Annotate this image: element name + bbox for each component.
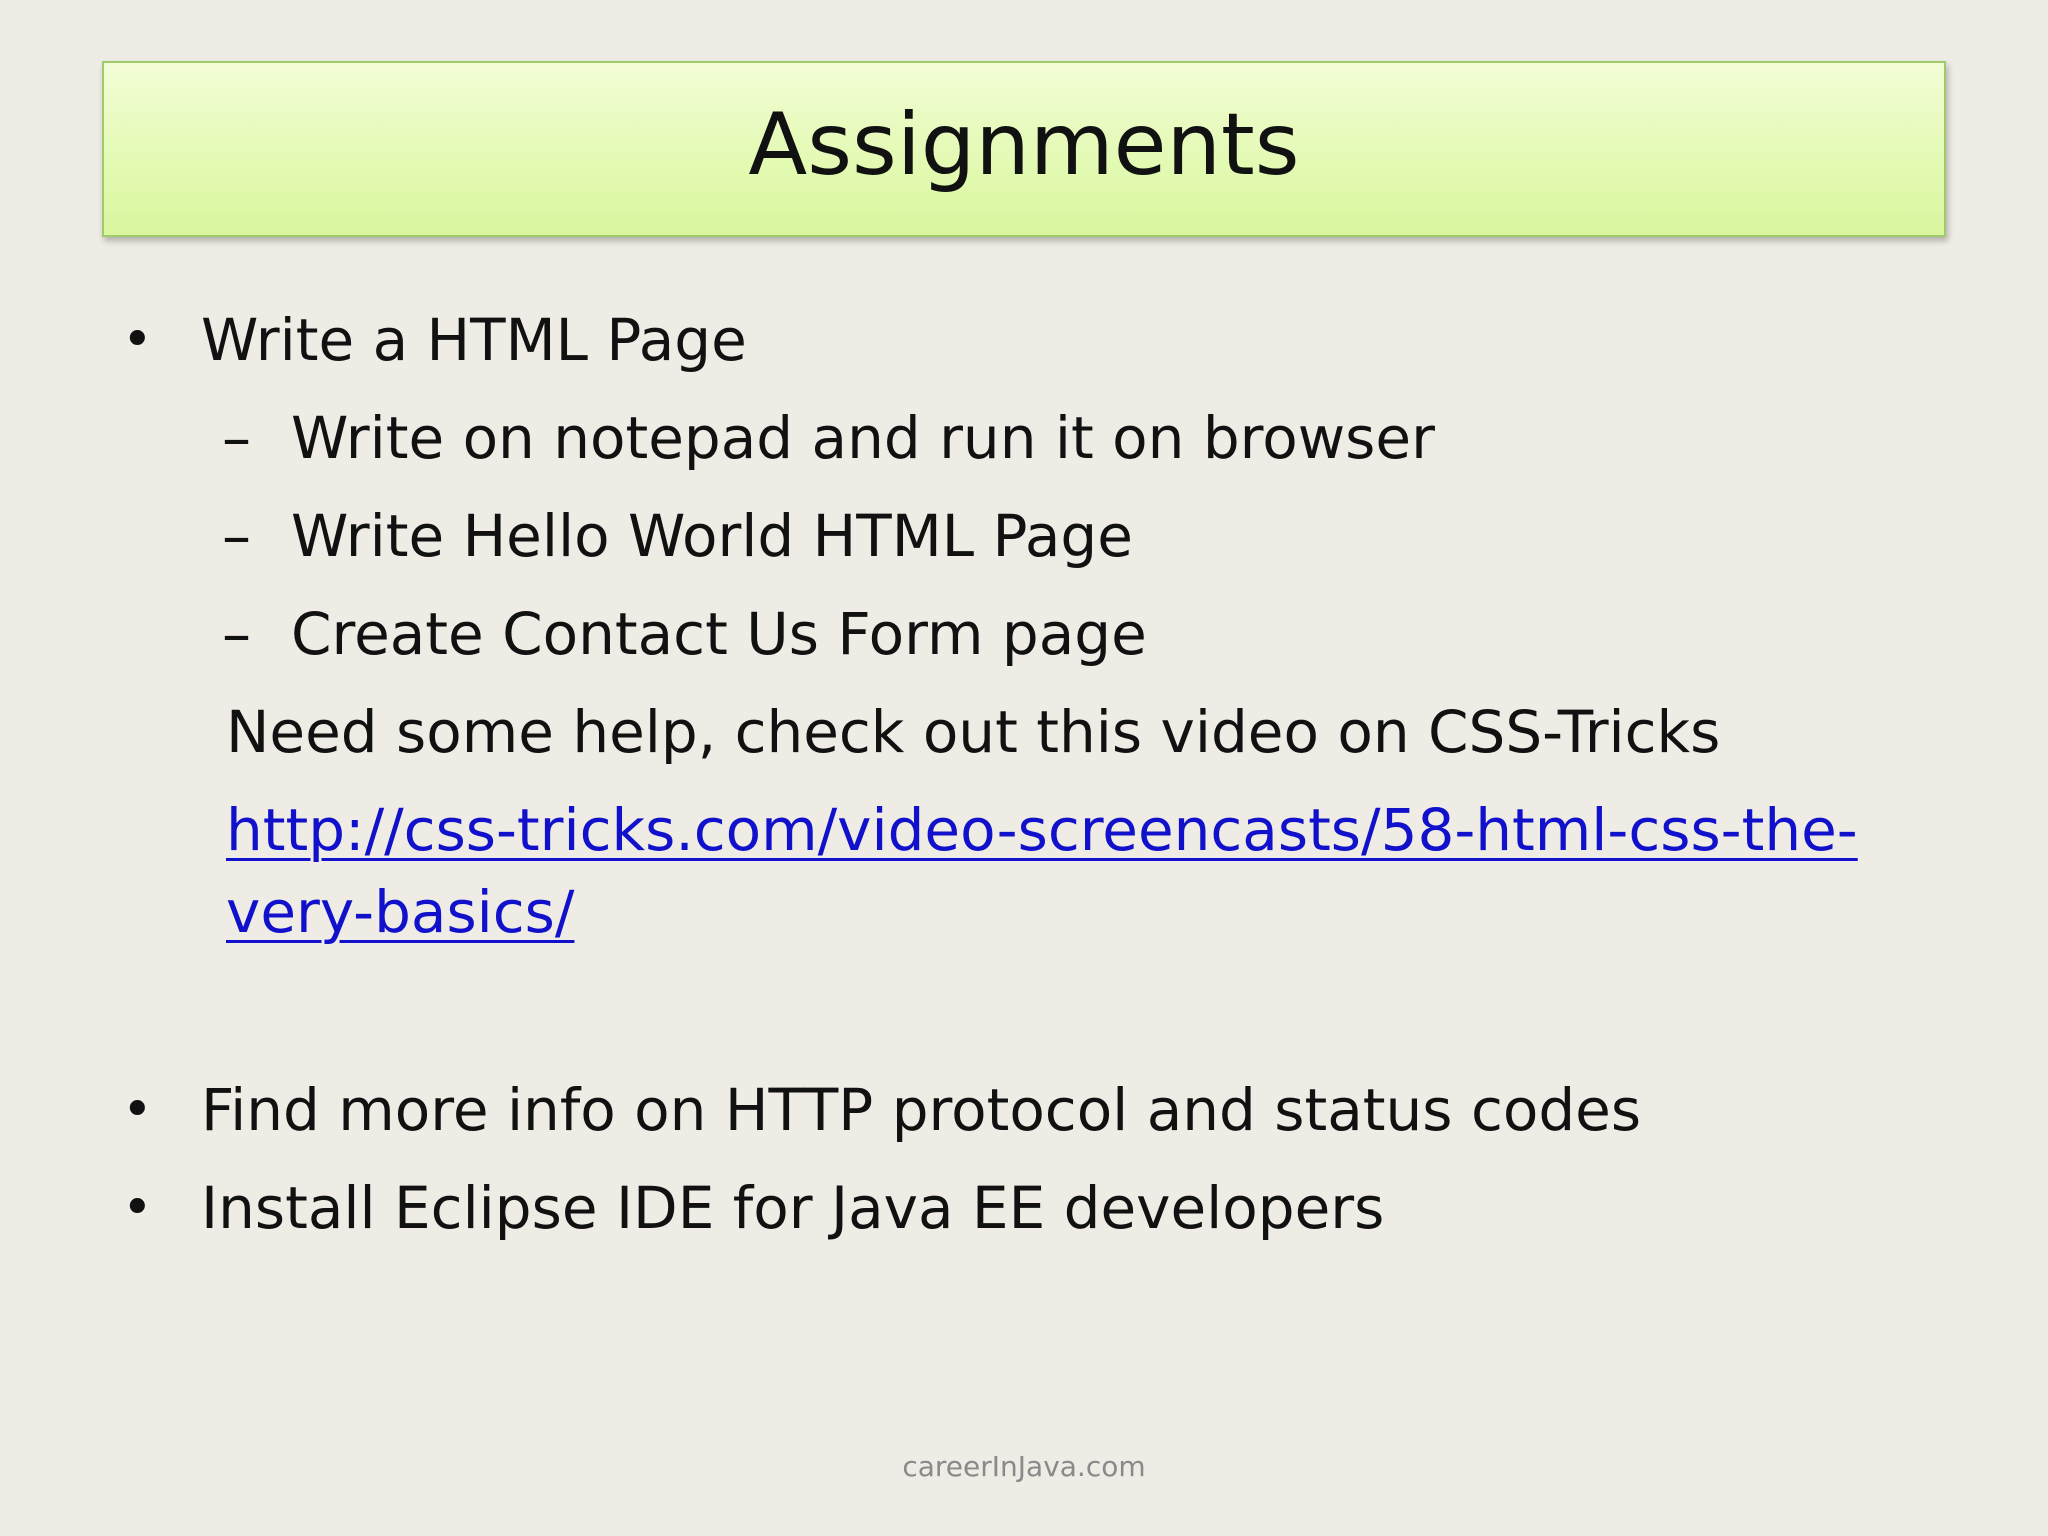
dash-icon: – bbox=[222, 404, 251, 472]
subitem-text: Write Hello World HTML Page bbox=[291, 502, 1133, 570]
bullet-icon: • bbox=[122, 310, 153, 370]
bullet-text: Write a HTML Page bbox=[201, 306, 747, 374]
dash-icon: – bbox=[222, 600, 251, 668]
css-tricks-link-line-2[interactable]: very-basics/ bbox=[226, 883, 574, 941]
help-note: Need some help, check out this video on … bbox=[226, 698, 1721, 766]
bullet-text: Find more info on HTTP protocol and stat… bbox=[201, 1076, 1642, 1144]
bullet-icon: • bbox=[122, 1080, 153, 1140]
slide-title: Assignments bbox=[748, 95, 1300, 195]
slide: Assignments • Write a HTML Page – Write … bbox=[0, 0, 2048, 1536]
css-tricks-link-line-1[interactable]: http://css-tricks.com/video-screencasts/… bbox=[226, 801, 1858, 859]
bullet-icon: • bbox=[122, 1178, 153, 1238]
subitem-text: Create Contact Us Form page bbox=[291, 600, 1147, 668]
title-box: Assignments bbox=[102, 61, 1946, 237]
dash-icon: – bbox=[222, 502, 251, 570]
subitem-text: Write on notepad and run it on browser bbox=[291, 404, 1435, 472]
bullet-text: Install Eclipse IDE for Java EE develope… bbox=[201, 1174, 1385, 1242]
footer-text: careerInJava.com bbox=[902, 1450, 1146, 1483]
